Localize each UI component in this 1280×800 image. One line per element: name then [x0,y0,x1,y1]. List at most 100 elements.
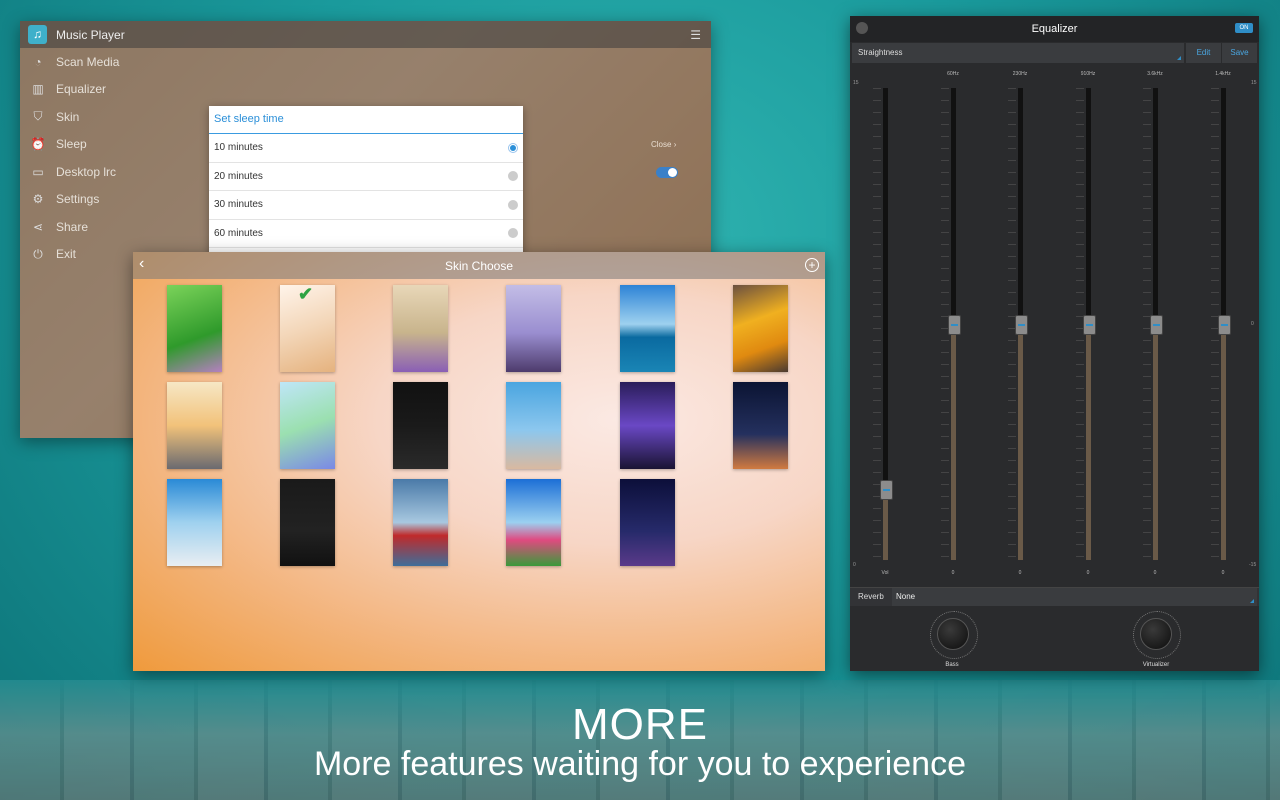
close-link[interactable]: Close › [651,140,676,149]
skin-thumbnail-night-bokeh[interactable] [620,382,675,469]
lyrics-icon: ▭ [32,164,44,179]
menu-item-label: Equalizer [56,82,107,97]
skin-choose-window: ‹ Skin Choose + [133,252,825,671]
menu-item-label: Settings [56,192,100,207]
band-frequency-label: 1.4kHz [1215,71,1231,77]
track-upper [1153,88,1158,324]
bass-label: Bass [945,662,959,668]
band-value-label: Vol [881,570,889,576]
sleep-option-20[interactable]: 20 minutes [209,163,523,191]
track-lower [951,324,956,560]
band-frequency-label: 910Hz [1080,71,1096,77]
skin-thumbnail-red-maple-leaf[interactable] [393,479,448,566]
sleep-option-60[interactable]: 60 minutes [209,220,523,248]
menu-item-scan-media[interactable]: ◔ Scan Media [20,48,210,76]
band-slider-knob[interactable] [1083,315,1096,335]
dialog-title: Set sleep time [209,106,523,134]
track-upper [951,88,956,324]
menu-item-skin[interactable]: ⛉ Skin [20,103,210,131]
alarm-icon: ⏰ [30,137,46,152]
bass-knob[interactable] [937,618,969,650]
power-icon: ⏻ [33,246,43,261]
virtualizer-label: Virtualizer [1142,662,1170,668]
band-frequency-label: 230Hz [1012,71,1028,77]
scale-right-top: 15 [1251,80,1257,86]
option-label: 30 minutes [214,199,263,211]
desktop-lrc-toggle[interactable] [656,167,678,178]
skin-thumbnail-ocean-sunset[interactable] [620,285,675,372]
band-slider-knob[interactable] [880,480,893,500]
checkmark-icon: ✔ [298,284,314,304]
band-slider-knob[interactable] [948,315,961,335]
virtualizer-knob[interactable] [1140,618,1172,650]
edit-button[interactable]: Edit [1186,43,1221,63]
scale-left-bottom: 0 [853,562,856,568]
radio-unselected[interactable] [508,199,518,210]
skin-thumbnail-wooden-pier[interactable] [167,479,222,566]
band-slider-knob[interactable] [1218,315,1231,335]
band-value-label: 0 [1153,570,1157,576]
menu-item-label: Share [56,219,89,234]
skin-thumbnail-pier-sunset[interactable] [167,382,222,469]
side-menu: ◔ Scan Media ▥ Equalizer ⛉ Skin ⏰ Sleep ▭ Des… [20,48,210,268]
track-upper [883,88,888,489]
skin-header: ‹ Skin Choose + [133,252,825,279]
skin-thumbnail-lavender-sky[interactable] [506,285,561,372]
option-label: 60 minutes [214,227,263,239]
menu-item-label: Skin [56,109,80,124]
skin-thumbnail-butterfly[interactable] [280,382,335,469]
menu-item-sleep[interactable]: ⏰ Sleep [20,131,210,159]
radio-unselected[interactable] [508,228,518,239]
list-menu-icon[interactable]: ☰ [690,28,701,42]
track-lower [1086,324,1091,560]
track-upper [1221,88,1226,324]
skin-thumbnail-purple-flowers[interactable] [393,285,448,372]
add-skin-icon[interactable]: + [805,258,819,272]
menu-item-label: Scan Media [56,54,120,69]
menu-item-equalizer[interactable]: ▥ Equalizer [20,76,210,104]
option-label: 10 minutes [214,142,263,154]
skin-thumbnail-dark-rose[interactable] [393,382,448,469]
reverb-select[interactable]: None [892,588,1257,606]
close-label: Close [651,140,672,149]
skin-title: Skin Choose [444,259,514,273]
save-button[interactable]: Save [1222,43,1257,63]
scale-left-top: 15 [853,80,859,86]
skin-thumbnail-yellow-flowers[interactable] [733,285,788,372]
gear-icon: ⚙ [32,192,44,207]
skin-thumbnail-red-heart-balloons[interactable] [506,382,561,469]
radio-selected[interactable] [508,142,518,153]
radio-unselected[interactable] [508,171,518,182]
share-icon: ⋖ [32,219,44,234]
track-lower [1221,324,1226,560]
preset-select[interactable]: Straightness [852,43,1184,63]
menu-item-settings[interactable]: ⚙ Settings [20,186,210,214]
scale-right-bottom: -15 [1249,562,1257,568]
menu-item-desktop-lrc[interactable]: ▭ Desktop lrc [20,158,210,186]
sleep-option-10[interactable]: 10 minutes [209,134,523,163]
track-upper [1086,88,1091,324]
sleep-time-dialog: Set sleep time 10 minutes 20 minutes 30 … [209,106,523,256]
skin-thumbnail-daisy-field[interactable] [506,479,561,566]
band-slider-knob[interactable] [1015,315,1028,335]
shirt-icon: ⛉ [33,109,43,124]
band-frequency-label: 60Hz [947,71,959,77]
eq-title: Equalizer [1031,23,1078,35]
skin-thumbnail-city-tower-night[interactable] [620,479,675,566]
scale-right-mid: 0 [1251,321,1254,327]
track-upper [1018,88,1023,324]
band-value-label: 0 [1221,570,1225,576]
sleep-option-30[interactable]: 30 minutes [209,191,523,220]
skin-thumbnail-green-flower[interactable] [167,285,222,372]
skin-thumbnail-dandelion[interactable] [280,479,335,566]
skin-thumbnail-dusk-sky[interactable] [733,382,788,469]
menu-item-label: Exit [56,247,77,262]
eq-power-toggle[interactable]: ON [1235,23,1253,33]
caption-title: MORE [572,700,708,749]
reverb-label: Reverb [858,592,884,601]
track-lower [1018,324,1023,560]
menu-item-share[interactable]: ⋖ Share [20,213,210,241]
eq-header: Equalizer ON [850,16,1259,42]
band-slider-knob[interactable] [1150,315,1163,335]
scan-icon: ◔ [34,54,42,69]
